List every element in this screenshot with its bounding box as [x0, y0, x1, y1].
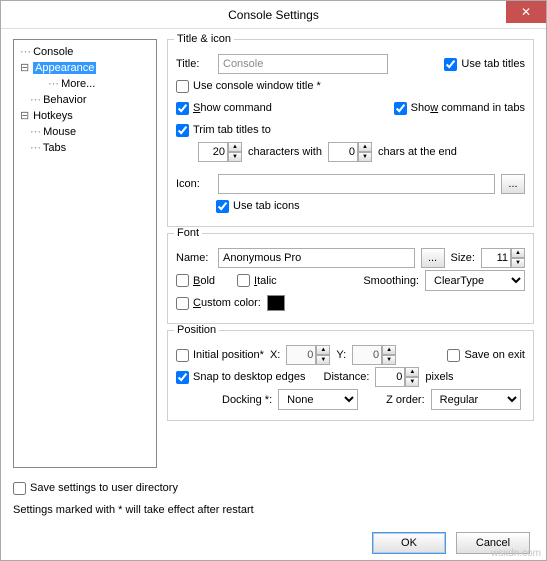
icon-path-input[interactable] — [218, 174, 495, 194]
docking-select[interactable]: None — [278, 389, 358, 410]
group-position: Position Initial position* X: ▲▼ Y: ▲▼ S… — [167, 330, 534, 421]
show-command-checkbox[interactable]: Show command — [176, 102, 272, 115]
use-console-window-title-checkbox[interactable]: Use console window title * — [176, 80, 321, 93]
cb-use-console-window — [176, 80, 189, 93]
distance-spinner[interactable]: ▲▼ — [375, 367, 419, 387]
use-tab-titles-checkbox[interactable]: Use tab titles — [444, 58, 525, 71]
snap-checkbox[interactable]: Snap to desktop edges — [176, 371, 306, 384]
cb-save-settings — [13, 482, 26, 495]
legend-font: Font — [174, 227, 202, 239]
window-title: Console Settings — [228, 8, 319, 22]
icon-label: Icon: — [176, 178, 212, 190]
cb-italic — [237, 274, 250, 287]
x-label: X: — [270, 349, 280, 361]
spin-up[interactable]: ▲ — [358, 142, 372, 152]
nav-tree[interactable]: ⋯ Console ⊟ Appearance ⋯ More... ⋯ Behav… — [13, 39, 157, 468]
end-chars-input — [328, 142, 358, 162]
spin-down[interactable]: ▼ — [358, 152, 372, 162]
cb-trim-titles — [176, 124, 189, 137]
x-input — [286, 345, 316, 365]
pixels-label: pixels — [425, 371, 453, 383]
trim-chars-input — [198, 142, 228, 162]
chars-at-end-label: chars at the end — [378, 146, 457, 158]
spin-up[interactable]: ▲ — [316, 345, 330, 355]
zorder-select[interactable]: Regular — [431, 389, 521, 410]
spin-down[interactable]: ▼ — [382, 355, 396, 365]
spin-up[interactable]: ▲ — [405, 367, 419, 377]
x-spinner[interactable]: ▲▼ — [286, 345, 330, 365]
zorder-label: Z order: — [386, 394, 425, 406]
docking-label: Docking *: — [222, 394, 272, 406]
bold-checkbox[interactable]: Bold — [176, 274, 215, 287]
restart-note: Settings marked with * will take effect … — [13, 504, 254, 516]
tree-console[interactable]: ⋯ Console — [16, 44, 154, 60]
legend-title-icon: Title & icon — [174, 33, 234, 45]
y-spinner[interactable]: ▲▼ — [352, 345, 396, 365]
font-name-label: Name: — [176, 252, 212, 264]
font-size-input — [481, 248, 511, 268]
cancel-button[interactable]: Cancel — [456, 532, 530, 554]
cb-use-tab-icons — [216, 200, 229, 213]
distance-input — [375, 367, 405, 387]
group-font: Font Name: ... Size: ▲▼ Bold Italic Smoo… — [167, 233, 534, 324]
spin-up[interactable]: ▲ — [511, 248, 525, 258]
spin-down[interactable]: ▼ — [228, 152, 242, 162]
group-title-icon: Title & icon Title: Use tab titles Use c… — [167, 39, 534, 227]
cb-bold — [176, 274, 189, 287]
use-tab-icons-checkbox[interactable]: Use tab icons — [216, 200, 300, 213]
cb-use-tab-titles — [444, 58, 457, 71]
save-on-exit-checkbox[interactable]: Save on exit — [447, 349, 525, 362]
icon-browse-button[interactable]: ... — [501, 174, 525, 194]
spin-down[interactable]: ▼ — [316, 355, 330, 365]
tree-appearance[interactable]: ⊟ Appearance — [16, 60, 154, 76]
tree-more[interactable]: ⋯ More... — [16, 76, 154, 92]
italic-checkbox[interactable]: Italic — [237, 274, 277, 287]
save-settings-checkbox[interactable]: Save settings to user directory — [13, 482, 178, 495]
font-size-spinner[interactable]: ▲▼ — [481, 248, 525, 268]
spin-up[interactable]: ▲ — [228, 142, 242, 152]
cb-custom-color — [176, 297, 189, 310]
title-label: Title: — [176, 58, 212, 70]
cb-show-command-tabs — [394, 102, 407, 115]
cb-initial-pos — [176, 349, 189, 362]
tree-mouse[interactable]: ⋯ Mouse — [16, 124, 154, 140]
spin-up[interactable]: ▲ — [382, 345, 396, 355]
color-swatch[interactable] — [267, 295, 285, 311]
font-size-label: Size: — [451, 252, 475, 264]
font-browse-button[interactable]: ... — [421, 248, 445, 268]
tree-tabs[interactable]: ⋯ Tabs — [16, 140, 154, 156]
close-button[interactable]: ✕ — [506, 1, 546, 23]
tree-behavior[interactable]: ⋯ Behavior — [16, 92, 154, 108]
chars-with-label: characters with — [248, 146, 322, 158]
tree-hotkeys[interactable]: ⊟ Hotkeys — [16, 108, 154, 124]
distance-label: Distance: — [324, 371, 370, 383]
show-command-in-tabs-checkbox[interactable]: Show command in tabs — [394, 102, 525, 115]
titlebar: Console Settings ✕ — [1, 1, 546, 29]
spin-down[interactable]: ▼ — [405, 377, 419, 387]
cb-save-exit — [447, 349, 460, 362]
font-name-input[interactable] — [218, 248, 415, 268]
y-label: Y: — [336, 349, 346, 361]
trim-chars-spinner[interactable]: ▲▼ — [198, 142, 242, 162]
custom-color-checkbox[interactable]: Custom color: — [176, 297, 261, 310]
smoothing-select[interactable]: ClearType — [425, 270, 525, 291]
trim-tab-titles-checkbox[interactable]: Trim tab titles to — [176, 124, 271, 137]
initial-position-checkbox[interactable]: Initial position* — [176, 349, 264, 362]
spin-down[interactable]: ▼ — [511, 258, 525, 268]
cb-snap — [176, 371, 189, 384]
legend-position: Position — [174, 324, 219, 336]
ok-button[interactable]: OK — [372, 532, 446, 554]
cb-show-command — [176, 102, 189, 115]
smoothing-label: Smoothing: — [363, 275, 419, 287]
end-chars-spinner[interactable]: ▲▼ — [328, 142, 372, 162]
y-input — [352, 345, 382, 365]
title-input[interactable] — [218, 54, 388, 74]
